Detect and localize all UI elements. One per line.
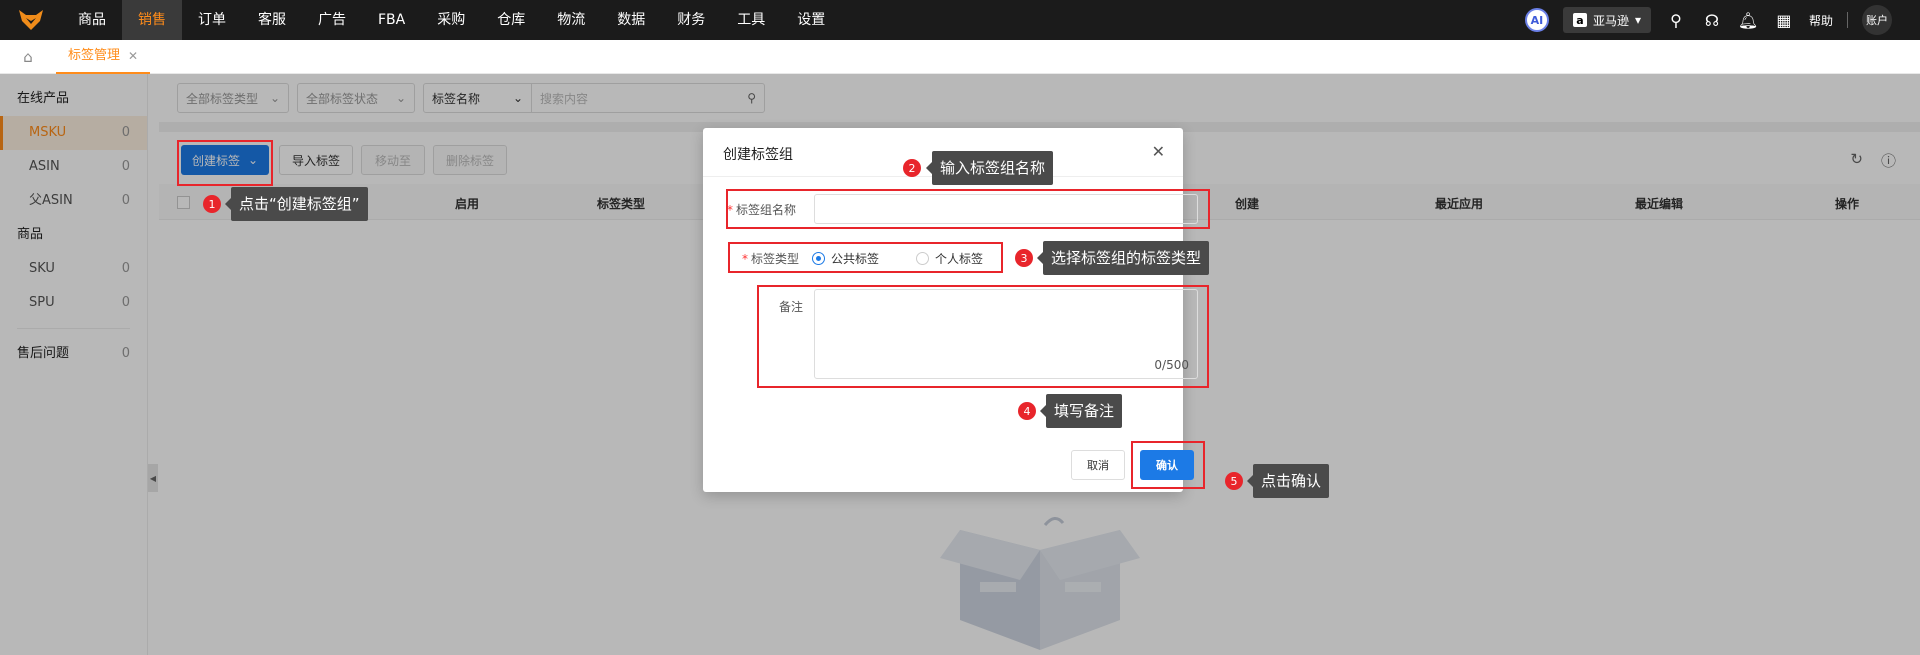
tab-tag-management[interactable]: 标签管理 ✕: [56, 39, 151, 74]
caret-down-icon: ▾: [1634, 13, 1641, 27]
tip-2: 输入标签组名称: [925, 151, 1054, 185]
tab-label: 标签管理: [68, 47, 121, 63]
step-badge-2: 2: [903, 159, 921, 177]
nav-item-logistics[interactable]: 物流: [541, 0, 601, 40]
logo[interactable]: [0, 0, 62, 40]
home-icon[interactable]: ⌂: [0, 48, 56, 66]
tip-4: 填写备注: [1039, 394, 1123, 428]
top-nav: 商品 销售 订单 客服 广告 FBA 采购 仓库 物流 数据 财务 工具 设置 …: [0, 0, 1920, 40]
nav-divider: [1847, 12, 1848, 28]
nav-item-service[interactable]: 客服: [242, 0, 302, 40]
account-avatar[interactable]: 账户: [1862, 5, 1892, 35]
highlight-create-button: [177, 140, 273, 186]
nav-item-orders[interactable]: 订单: [182, 0, 242, 40]
step-badge-1: 1: [203, 195, 221, 213]
step-badge-3: 3: [1015, 249, 1033, 267]
nav-item-settings[interactable]: 设置: [781, 0, 841, 40]
tip-3: 选择标签组的标签类型: [1036, 241, 1210, 275]
close-tab-icon[interactable]: ✕: [128, 39, 138, 73]
apps-grid-icon[interactable]: ▦: [1773, 11, 1795, 30]
cancel-button[interactable]: 取消: [1071, 450, 1125, 480]
highlight-name-field: [726, 189, 1210, 229]
highlight-type-field: [728, 242, 1003, 273]
step-badge-4: 4: [1018, 402, 1036, 420]
dialog-title: 创建标签组: [723, 147, 793, 163]
nav-item-ads[interactable]: 广告: [302, 0, 362, 40]
nav-item-purchase[interactable]: 采购: [421, 0, 481, 40]
search-icon[interactable]: ⚲: [1665, 11, 1687, 30]
nav-item-products[interactable]: 商品: [62, 0, 122, 40]
headset-icon[interactable]: ☊: [1701, 11, 1723, 30]
ai-button[interactable]: AI: [1524, 8, 1549, 32]
nav-item-fba[interactable]: FBA: [362, 0, 421, 40]
highlight-confirm-button: [1131, 441, 1205, 489]
step-badge-5: 5: [1225, 472, 1243, 490]
help-link[interactable]: 帮助: [1809, 12, 1833, 29]
highlight-note-field: [757, 285, 1209, 388]
store-name: 亚马逊: [1592, 13, 1629, 28]
close-icon[interactable]: ✕: [1152, 142, 1165, 161]
nav-item-warehouse[interactable]: 仓库: [481, 0, 541, 40]
store-select[interactable]: a 亚马逊 ▾: [1562, 7, 1651, 33]
tip-1: 点击“创建标签组”: [225, 187, 368, 221]
nav-item-tools[interactable]: 工具: [721, 0, 781, 40]
nav-item-sales[interactable]: 销售: [122, 0, 182, 40]
fox-logo-icon: [19, 10, 43, 30]
tab-bar: ⌂ 标签管理 ✕: [0, 40, 1920, 74]
nav-item-finance[interactable]: 财务: [661, 0, 721, 40]
tip-5: 点击确认: [1246, 464, 1330, 498]
amazon-icon: a: [1572, 13, 1587, 27]
nav-item-data[interactable]: 数据: [601, 0, 661, 40]
bell-icon[interactable]: 🔔︎: [1737, 11, 1759, 30]
